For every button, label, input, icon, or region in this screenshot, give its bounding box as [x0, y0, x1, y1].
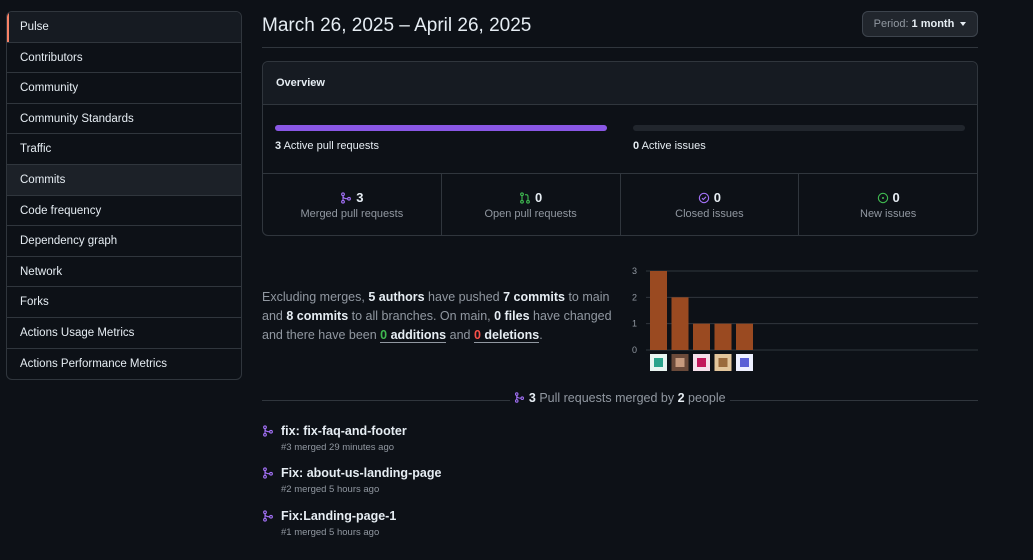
git-merge-icon [263, 467, 273, 479]
stat-open-prs[interactable]: 0 Open pull requests [442, 174, 621, 235]
avatar-pattern [740, 358, 749, 367]
new-issues-label: New issues [860, 208, 917, 220]
additions-word: additions [387, 328, 447, 342]
deletions-word: deletions [480, 328, 540, 342]
sidebar-nav: Pulse Contributors Community Community S… [6, 11, 242, 381]
chart-bar[interactable] [693, 323, 710, 350]
deletions-link[interactable]: 0 deletions [473, 328, 540, 343]
summary-text-6: and [446, 328, 474, 342]
author-avatar-icon[interactable] [693, 354, 710, 371]
pr-section-label: 3 Pull requests merged by 2 people [510, 391, 730, 405]
chart-bar[interactable] [671, 297, 689, 350]
active-issues-label: Active issues [641, 140, 706, 152]
issue-closed-icon [698, 192, 709, 203]
author-avatar-icon[interactable] [671, 354, 689, 371]
open-prs-label: Open pull requests [484, 208, 577, 220]
sidebar-item-dependency-graph[interactable]: Dependency graph [7, 226, 241, 257]
stat-merged-prs[interactable]: 3 Merged pull requests [263, 174, 442, 235]
deletions-count: 0 [473, 328, 481, 342]
active-issues-progress [633, 125, 965, 131]
period-label: Period: [873, 18, 909, 30]
summary-text-4: to all branches. On main, [348, 309, 495, 323]
chart-y-tick-label: 1 [632, 319, 637, 329]
chart-bar[interactable] [714, 323, 732, 350]
authors-count-link[interactable]: 5 authors [368, 290, 424, 304]
closed-issues-label: Closed issues [675, 208, 744, 220]
chart-y-tick-label: 2 [632, 292, 637, 302]
git-merge-icon [263, 510, 273, 522]
git-merge-icon [263, 425, 273, 437]
pr-section-text-2: people [684, 391, 726, 405]
header-divider [262, 47, 978, 48]
merged-prs-count: 3 [356, 190, 364, 205]
active-prs-count: 3 [275, 140, 282, 152]
commits-by-author-chart: 0 1 2 3 [632, 266, 978, 371]
new-issues-count: 0 [892, 190, 900, 205]
active-issues-count: 0 [633, 140, 640, 152]
sidebar-item-forks[interactable]: Forks [7, 287, 241, 318]
author-avatar-icon[interactable] [714, 354, 732, 371]
avatar-pattern [654, 358, 663, 367]
pr-section-text-1: Pull requests merged by [535, 391, 678, 405]
open-prs-count: 0 [535, 190, 543, 205]
files-changed-link[interactable]: 0 files [494, 309, 529, 323]
sidebar-item-traffic[interactable]: Traffic [7, 134, 241, 165]
period-value: 1 month [911, 18, 955, 30]
sidebar-item-network[interactable]: Network [7, 257, 241, 288]
overview-stats: 3 Merged pull requests 0 Open pull reque… [263, 173, 977, 235]
summary-text-7: . [539, 328, 543, 342]
active-prs-text[interactable]: 3 Active pull requests [275, 140, 379, 152]
sidebar-item-pulse[interactable]: Pulse [7, 12, 241, 43]
avatar-pattern [697, 358, 706, 367]
overview-panel: Overview 3 Active pull requests 0 Active… [262, 61, 978, 236]
sidebar-item-actions-performance-metrics[interactable]: Actions Performance Metrics [7, 349, 241, 380]
issue-opened-icon [877, 192, 888, 203]
pr-title-link[interactable]: fix: fix-faq-and-footer [281, 424, 407, 438]
commits-all-link[interactable]: 8 commits [286, 309, 348, 323]
summary-text-1: Excluding merges, [262, 290, 369, 304]
stat-new-issues[interactable]: 0 New issues [799, 174, 977, 235]
sidebar-item-community[interactable]: Community [7, 73, 241, 104]
closed-issues-count: 0 [713, 190, 721, 205]
people-count: 2 [677, 391, 685, 405]
caret-down-icon [960, 22, 967, 26]
git-merge-icon [341, 191, 352, 204]
active-prs-progress [275, 125, 607, 131]
pr-section-heading: 3 Pull requests merged by 2 people [262, 390, 978, 408]
pr-meta: #1 merged 5 hours ago [281, 527, 380, 538]
merged-pr-count: 3 [528, 391, 536, 405]
commits-main-link[interactable]: 7 commits [503, 290, 565, 304]
chart-bar[interactable] [650, 271, 667, 350]
avatar-pattern [718, 358, 728, 367]
sidebar-item-commits[interactable]: Commits [7, 164, 241, 196]
git-pull-request-icon [520, 191, 530, 204]
author-avatar-icon[interactable] [650, 354, 667, 371]
merged-prs-label: Merged pull requests [300, 208, 404, 220]
pr-title-link[interactable]: Fix: about-us-landing-page [281, 466, 441, 480]
page-title: March 26, 2025 – April 26, 2025 [262, 15, 532, 36]
chart-bar[interactable] [736, 323, 753, 350]
pr-meta: #2 merged 5 hours ago [281, 484, 380, 495]
commit-summary: Excluding merges, 5 authors have pushed … [262, 288, 618, 345]
summary-text-2: have pushed [424, 290, 504, 304]
sidebar-item-actions-usage-metrics[interactable]: Actions Usage Metrics [7, 318, 241, 349]
chart-y-tick-label: 0 [632, 345, 637, 355]
avatar-pattern [675, 358, 685, 367]
period-dropdown-button[interactable]: Period: 1 month [862, 11, 978, 37]
chart-y-tick-label: 3 [632, 266, 637, 276]
pr-title-link[interactable]: Fix:Landing-page-1 [281, 509, 396, 523]
additions-link[interactable]: 0 additions [380, 328, 447, 343]
active-prs-label: Active pull requests [283, 140, 379, 152]
active-prs-progress-fill [275, 125, 607, 131]
pr-meta: #3 merged 29 minutes ago [281, 442, 395, 453]
overview-title: Overview [263, 62, 977, 105]
git-merge-icon [515, 392, 525, 403]
sidebar-item-community-standards[interactable]: Community Standards [7, 104, 241, 135]
author-avatar-icon[interactable] [736, 354, 753, 371]
sidebar-item-code-frequency[interactable]: Code frequency [7, 196, 241, 227]
stat-closed-issues[interactable]: 0 Closed issues [621, 174, 800, 235]
active-issues-text[interactable]: 0 Active issues [633, 140, 706, 152]
sidebar-item-contributors[interactable]: Contributors [7, 43, 241, 74]
